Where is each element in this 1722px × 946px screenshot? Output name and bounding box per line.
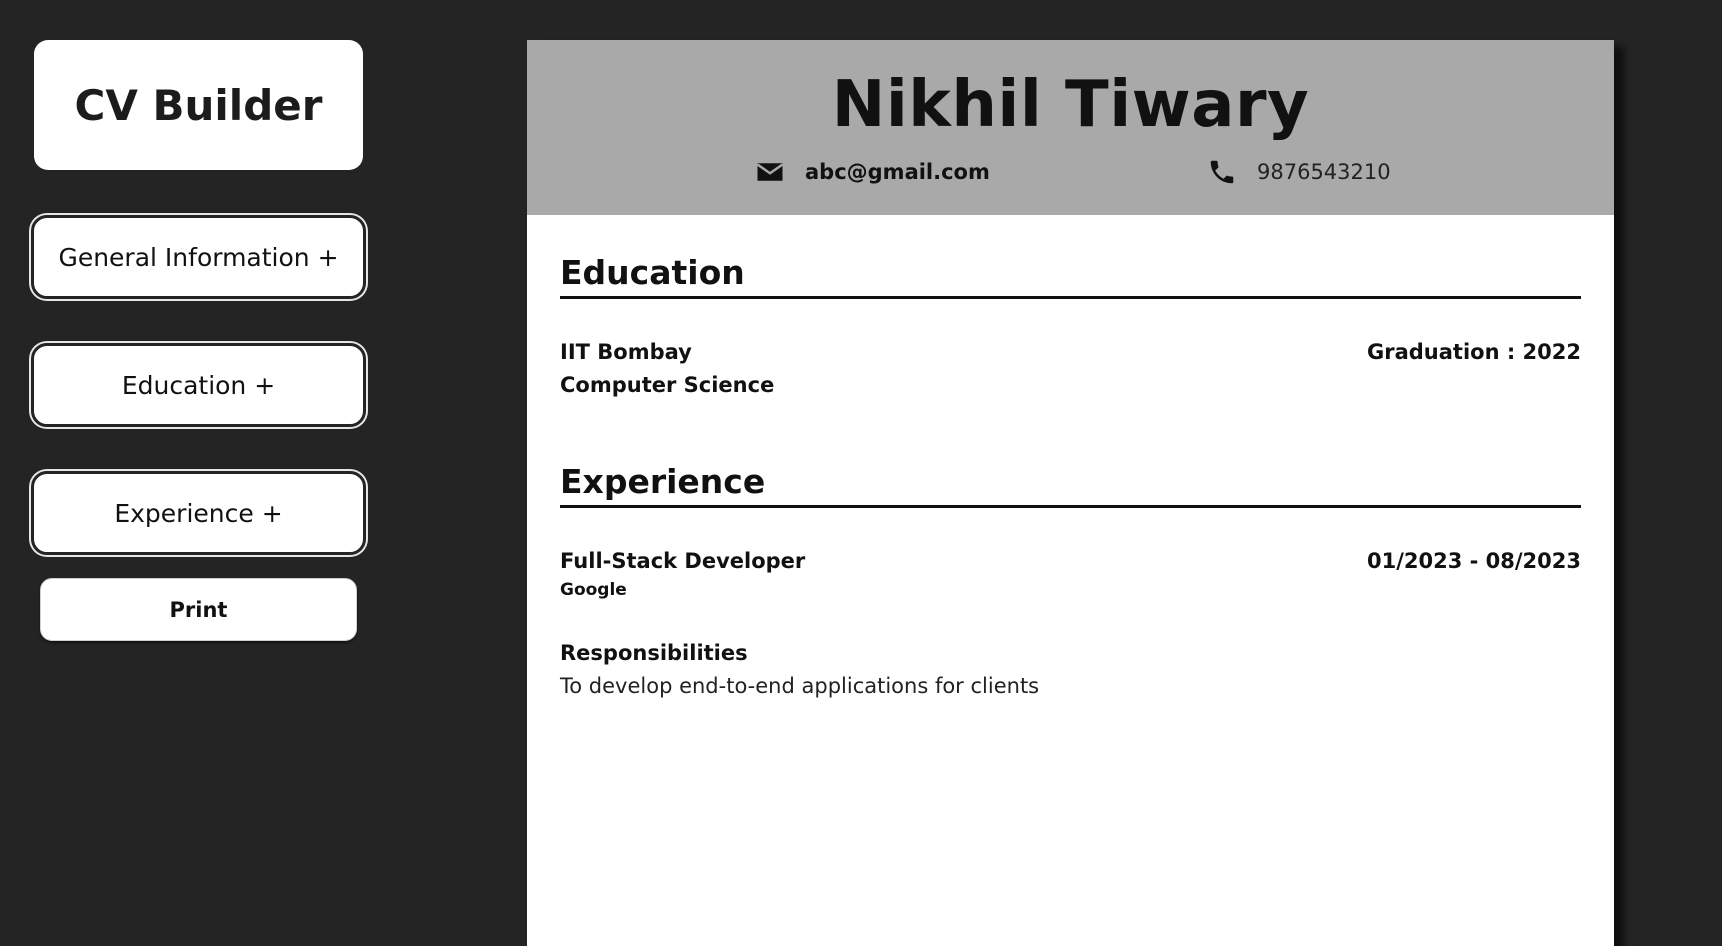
phone-text: 9876543210 xyxy=(1257,160,1391,184)
education-divider xyxy=(560,296,1581,299)
education-school: IIT Bombay xyxy=(560,340,692,364)
cv-header: Nikhil Tiwary abc@gmail.com 9876543210 xyxy=(527,40,1614,215)
experience-heading: Experience xyxy=(560,462,766,501)
cv-builder-app: CV Builder General Information + Educati… xyxy=(0,0,1722,946)
print-button[interactable]: Print xyxy=(40,578,357,641)
experience-company: Google xyxy=(560,580,627,600)
experience-divider xyxy=(560,505,1581,508)
responsibilities-label: Responsibilities xyxy=(560,641,748,665)
phone-icon xyxy=(1210,160,1234,184)
general-information-button[interactable]: General Information + xyxy=(31,215,366,299)
education-heading: Education xyxy=(560,253,745,292)
contact-phone: 9876543210 xyxy=(1207,155,1391,189)
experience-button[interactable]: Experience + xyxy=(31,471,366,555)
app-logo-card: CV Builder xyxy=(34,40,363,170)
education-degree: Computer Science xyxy=(560,373,775,397)
experience-role: Full-Stack Developer xyxy=(560,549,806,573)
cv-preview-sheet: Nikhil Tiwary abc@gmail.com 9876543210 E… xyxy=(527,40,1614,946)
cv-name: Nikhil Tiwary xyxy=(831,68,1310,142)
education-button[interactable]: Education + xyxy=(31,343,366,427)
mail-icon xyxy=(756,163,784,181)
responsibilities-text: To develop end-to-end applications for c… xyxy=(560,674,1040,698)
app-title: CV Builder xyxy=(74,80,323,130)
experience-dates: 01/2023 - 08/2023 xyxy=(1366,549,1581,573)
contact-email: abc@gmail.com xyxy=(755,155,990,189)
email-text: abc@gmail.com xyxy=(805,160,990,184)
education-graduation: Graduation : 2022 xyxy=(1367,340,1581,364)
sidebar: CV Builder General Information + Educati… xyxy=(0,0,400,946)
